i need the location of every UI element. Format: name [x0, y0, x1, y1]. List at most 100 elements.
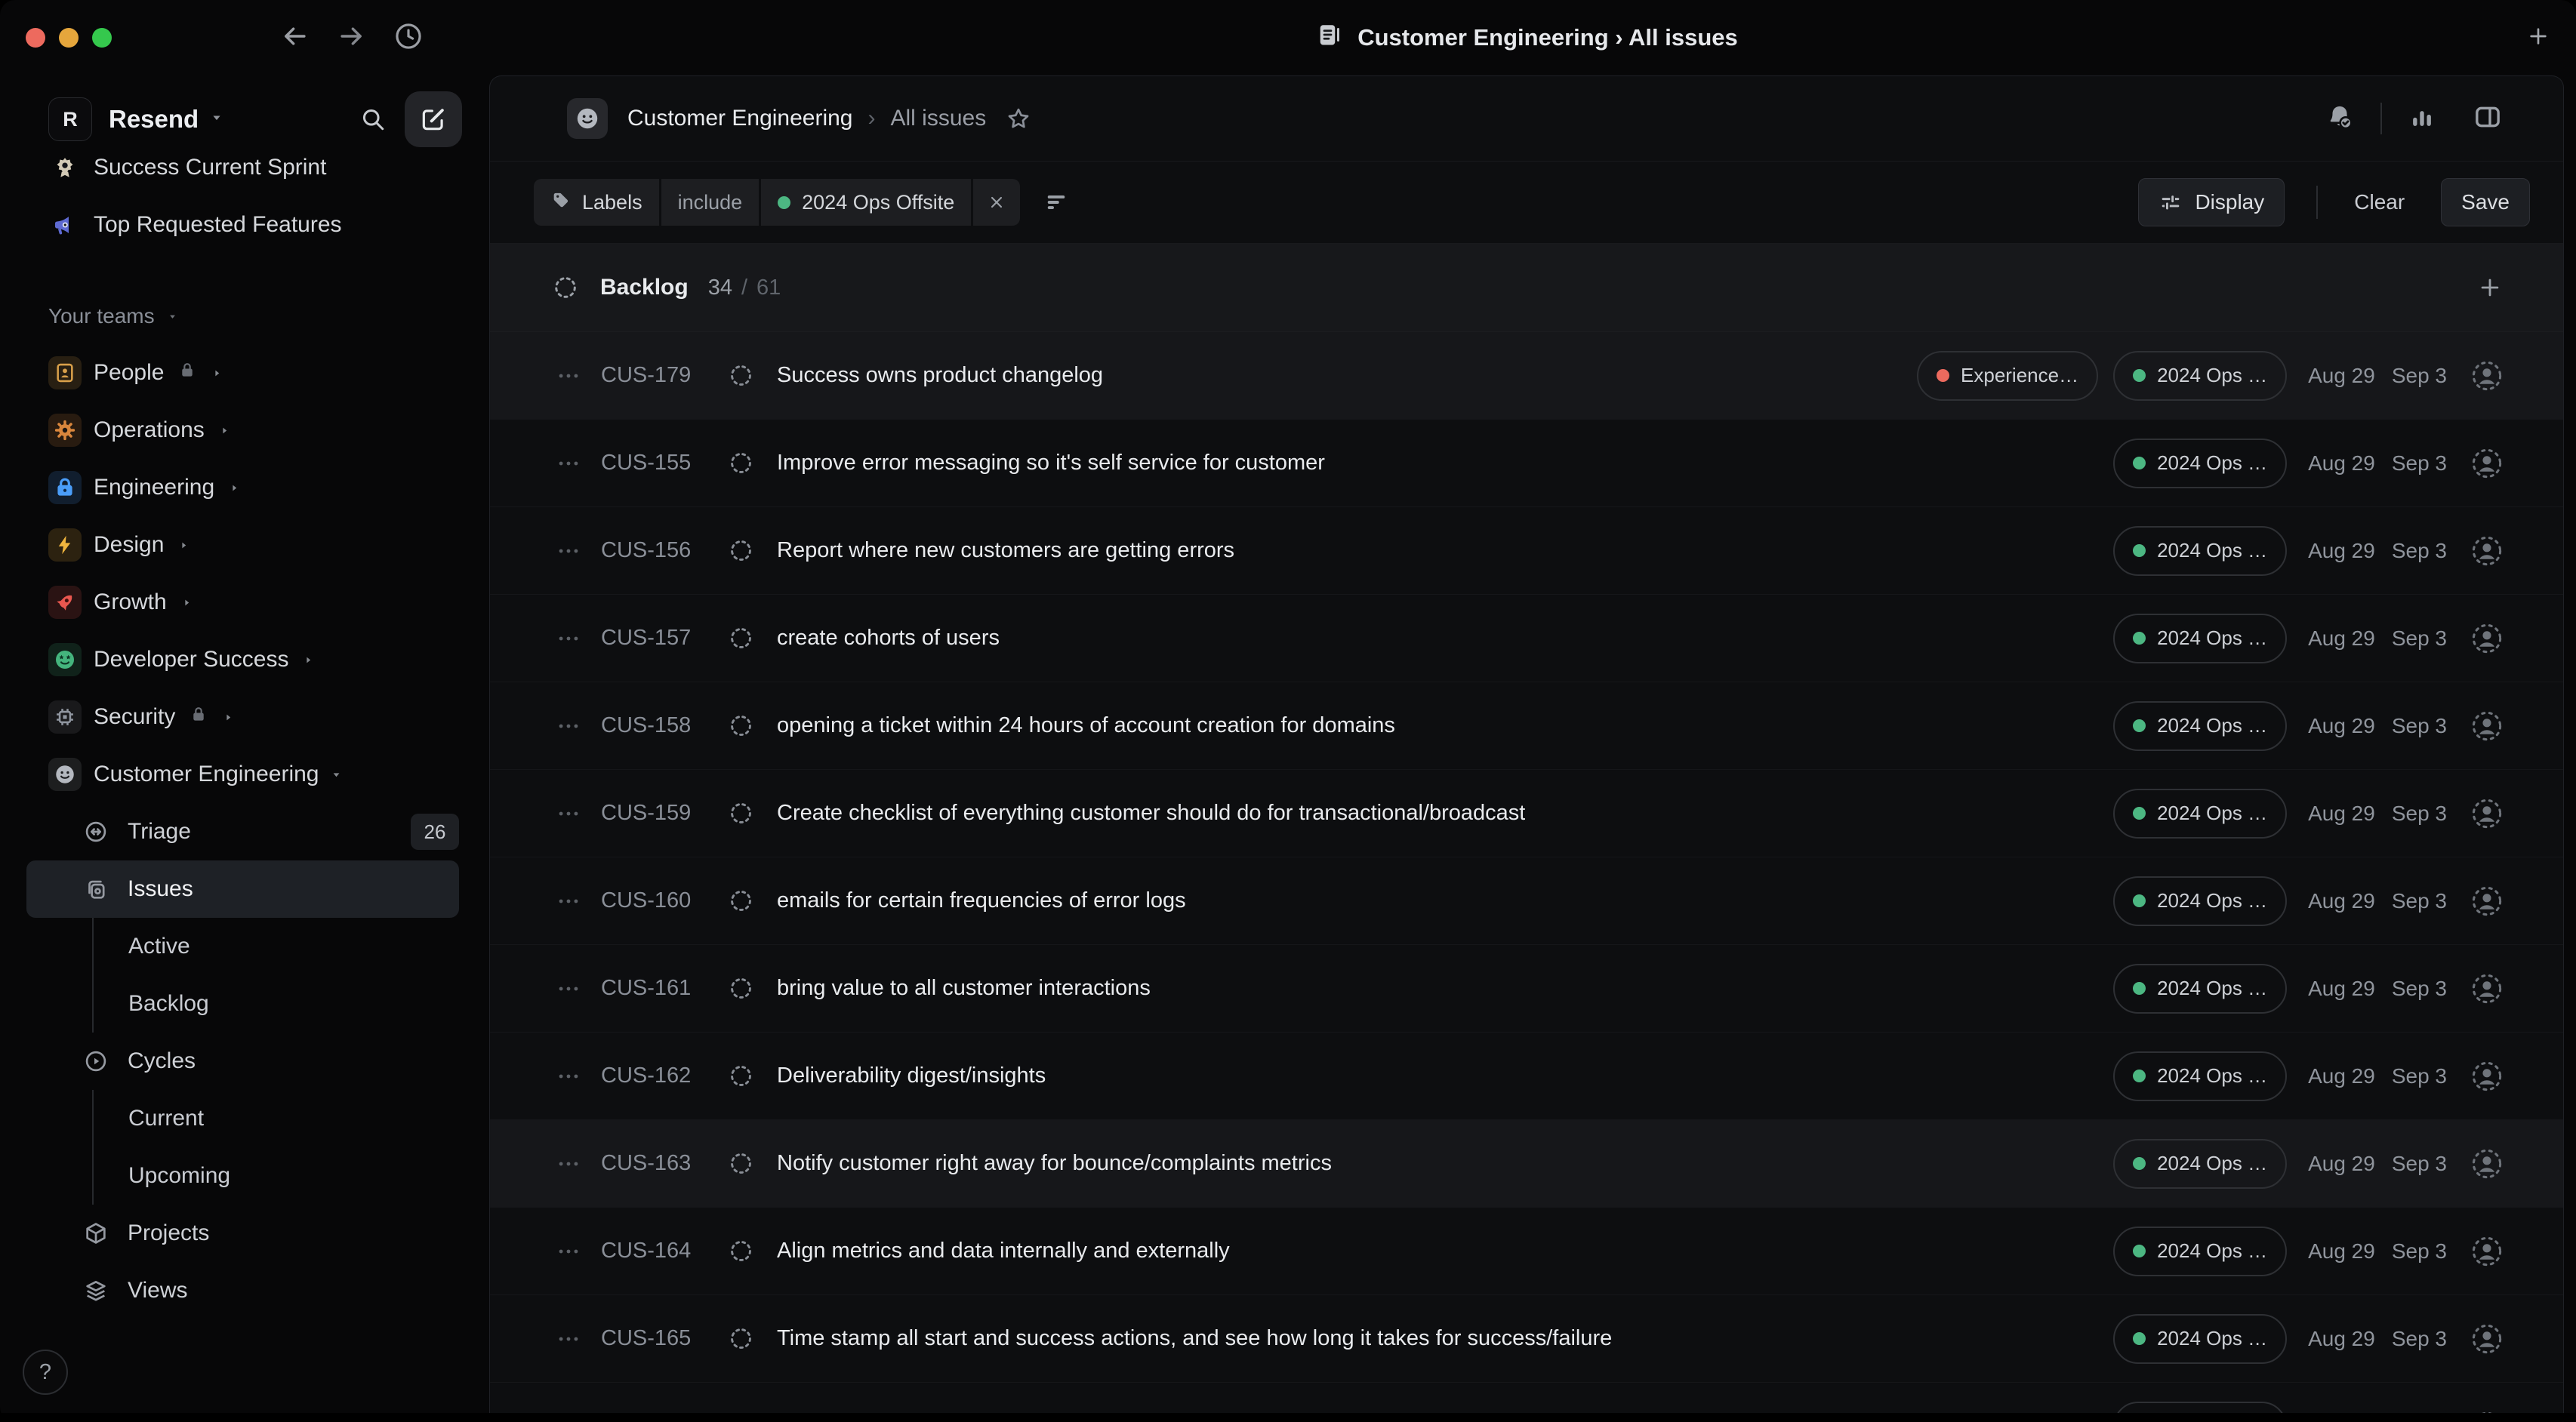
sidebar-item-success-current-sprint[interactable]: Success Current Sprint — [48, 148, 459, 196]
sidebar-team-engineering[interactable]: Engineering — [48, 459, 459, 516]
sidebar-team-security[interactable]: Security — [48, 688, 459, 746]
search-button[interactable] — [353, 100, 393, 139]
sidebar-item-projects[interactable]: Projects — [48, 1205, 459, 1262]
status-backlog-icon[interactable] — [728, 1150, 754, 1177]
priority-icon[interactable] — [556, 626, 589, 651]
issue-row[interactable]: CUS-163Notify customer right away for bo… — [490, 1120, 2563, 1208]
issue-row[interactable]: CUS-179Success owns product changelogExp… — [490, 332, 2563, 420]
sidebar-item-issues[interactable]: Issues — [26, 860, 459, 918]
sidebar-team-people[interactable]: People — [48, 344, 459, 402]
priority-icon[interactable] — [556, 1063, 589, 1089]
breadcrumb-view[interactable]: All issues — [891, 106, 987, 131]
label-chip[interactable]: 2024 Ops … — [2113, 1139, 2287, 1189]
new-issue-button[interactable] — [405, 91, 462, 147]
side-panel-toggle-icon[interactable] — [2473, 102, 2503, 136]
label-chip[interactable]: 2024 Ops … — [2113, 351, 2287, 401]
filter-value-chip[interactable]: 2024 Ops Offsite — [761, 179, 971, 226]
sidebar-item-upcoming[interactable]: Upcoming — [92, 1147, 459, 1205]
notifications-bell-icon[interactable] — [2325, 102, 2355, 136]
label-chip[interactable]: 2024 Ops … — [2113, 1227, 2287, 1276]
issue-row[interactable]: CUS-160emails for certain frequencies of… — [490, 857, 2563, 945]
status-backlog-icon[interactable] — [728, 625, 754, 651]
priority-icon[interactable] — [556, 801, 589, 826]
issue-row[interactable]: CUS-157create cohorts of users2024 Ops …… — [490, 595, 2563, 682]
assignee-avatar[interactable] — [2470, 971, 2504, 1006]
assignee-avatar[interactable] — [2470, 709, 2504, 743]
sidebar-item-top-requested-features[interactable]: Top Requested Features — [48, 196, 459, 254]
label-chip[interactable]: Experience… — [1917, 351, 2098, 401]
label-chip[interactable]: 2024 Ops … — [2113, 876, 2287, 926]
assignee-avatar[interactable] — [2470, 1147, 2504, 1181]
chevron-down-icon[interactable] — [209, 110, 224, 129]
priority-icon[interactable] — [556, 538, 589, 564]
your-teams-header[interactable]: Your teams — [48, 288, 459, 344]
sidebar-team-operations[interactable]: Operations — [48, 402, 459, 459]
sidebar-team-design[interactable]: Design — [48, 516, 459, 574]
backlog-section-header[interactable]: Backlog 34 / 61 — [490, 244, 2563, 332]
label-chip[interactable]: 2024 Ops … — [2113, 614, 2287, 663]
sidebar-item-backlog[interactable]: Backlog — [92, 975, 459, 1033]
status-backlog-icon[interactable] — [728, 1238, 754, 1264]
add-issue-button[interactable] — [2477, 275, 2503, 300]
workspace-logo[interactable]: R — [48, 97, 92, 141]
sidebar-item-cycles[interactable]: Cycles — [48, 1033, 459, 1090]
save-button[interactable]: Save — [2441, 178, 2530, 226]
label-chip[interactable]: 2024 Ops … — [2113, 1051, 2287, 1101]
status-backlog-icon[interactable] — [728, 800, 754, 826]
priority-icon[interactable] — [556, 1239, 589, 1264]
sidebar-item-triage[interactable]: Triage26 — [48, 803, 459, 860]
favorite-star-icon[interactable] — [1006, 106, 1031, 131]
issue-row[interactable]: CUS-165Time stamp all start and success … — [490, 1295, 2563, 1383]
sidebar-item-views[interactable]: Views — [48, 1262, 459, 1319]
status-backlog-icon[interactable] — [728, 1325, 754, 1352]
priority-icon[interactable] — [556, 451, 589, 476]
help-button[interactable]: ? — [23, 1350, 68, 1395]
status-backlog-icon[interactable] — [728, 975, 754, 1002]
filter-icon[interactable] — [1043, 189, 1070, 216]
filter-field-chip[interactable]: Labels — [534, 179, 659, 226]
priority-icon[interactable] — [556, 713, 589, 739]
label-chip[interactable]: 2024 Ops … — [2113, 526, 2287, 576]
issue-row[interactable]: CUS-164Align metrics and data internally… — [490, 1208, 2563, 1295]
label-chip[interactable]: 2024 Ops … — [2113, 1314, 2287, 1364]
label-chip[interactable]: 2024 Ops … — [2113, 701, 2287, 751]
sidebar-team-growth[interactable]: Growth — [48, 574, 459, 631]
issue-row[interactable]: CUS-161bring value to all customer inter… — [490, 945, 2563, 1033]
assignee-avatar[interactable] — [2470, 796, 2504, 831]
sidebar-item-active[interactable]: Active — [92, 918, 459, 975]
issue-row[interactable]: CUS-162Deliverability digest/insights202… — [490, 1033, 2563, 1120]
issue-row[interactable]: CUS-159Create checklist of everything cu… — [490, 770, 2563, 857]
status-backlog-icon[interactable] — [728, 362, 754, 389]
priority-icon[interactable] — [556, 363, 589, 389]
assignee-avatar[interactable] — [2470, 446, 2504, 481]
assignee-avatar[interactable] — [2470, 1234, 2504, 1269]
label-chip[interactable]: 2024 Ops … — [2113, 789, 2287, 839]
new-tab-button[interactable] — [2514, 0, 2562, 75]
assignee-avatar[interactable] — [2470, 534, 2504, 568]
priority-icon[interactable] — [556, 1151, 589, 1177]
workspace-name[interactable]: Resend — [109, 105, 199, 134]
assignee-avatar[interactable] — [2470, 1059, 2504, 1094]
status-backlog-icon[interactable] — [728, 450, 754, 476]
assignee-avatar[interactable] — [2470, 359, 2504, 393]
display-button[interactable]: Display — [2138, 178, 2285, 226]
filter-operator-chip[interactable]: include — [661, 179, 760, 226]
status-backlog-icon[interactable] — [728, 713, 754, 739]
issue-row[interactable]: CUS-156Report where new customers are ge… — [490, 507, 2563, 595]
label-chip[interactable]: 2024 Ops … — [2113, 964, 2287, 1014]
remove-filter-button[interactable] — [973, 179, 1020, 226]
status-backlog-icon[interactable] — [728, 537, 754, 564]
priority-icon[interactable] — [556, 976, 589, 1002]
issue-row[interactable]: CUS-158opening a ticket within 24 hours … — [490, 682, 2563, 770]
priority-icon[interactable] — [556, 1326, 589, 1352]
assignee-avatar[interactable] — [2470, 884, 2504, 919]
insights-chart-icon[interactable] — [2408, 103, 2436, 135]
clear-button[interactable]: Clear — [2350, 189, 2409, 215]
breadcrumb-team[interactable]: Customer Engineering — [627, 106, 853, 131]
priority-icon[interactable] — [556, 888, 589, 914]
issue-row[interactable]: CUS-155Improve error messaging so it's s… — [490, 420, 2563, 507]
assignee-avatar[interactable] — [2470, 621, 2504, 656]
status-backlog-icon[interactable] — [728, 1063, 754, 1089]
sidebar-team-developer-success[interactable]: Developer Success — [48, 631, 459, 688]
sidebar-item-current[interactable]: Current — [92, 1090, 459, 1147]
